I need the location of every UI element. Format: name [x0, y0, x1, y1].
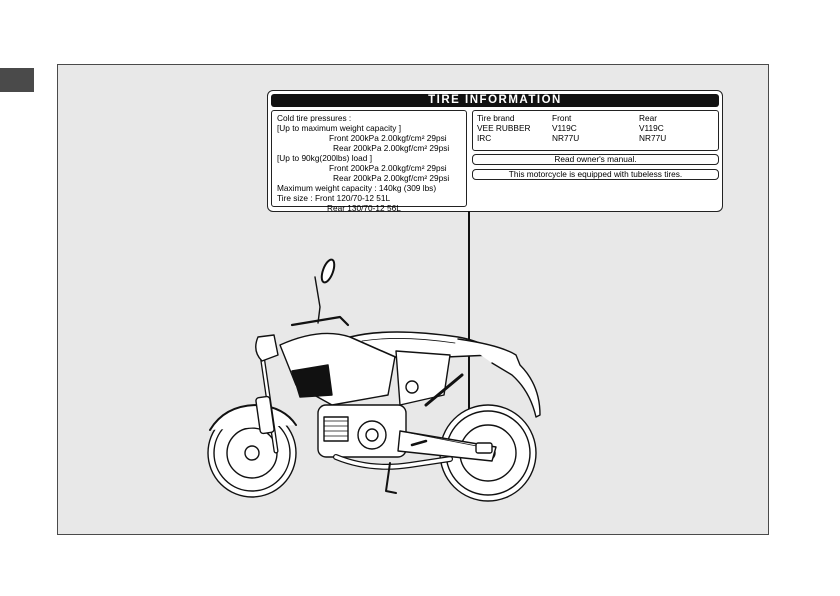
tubeless-note: This motorcycle is equipped with tubeles…	[472, 169, 719, 180]
light-load-condition: [Up to 90kg(200lbs) load ]	[277, 153, 373, 163]
read-manual-note: Read owner's manual.	[472, 154, 719, 165]
tire-information-label: TIRE INFORMATION Cold tire pressures : […	[267, 90, 723, 213]
maximum-weight-capacity: Maximum weight capacity : 140kg (309 lbs…	[277, 183, 437, 193]
tire-size-front: Tire size : Front 120/70-12 51L	[277, 193, 391, 203]
rear-header: Rear	[639, 113, 657, 123]
front-tire-model: V119C	[552, 123, 577, 133]
pressure-heading: Cold tire pressures :	[277, 113, 352, 123]
tire-brand-table: Tire brand Front Rear VEE RUBBER V119C V…	[472, 110, 719, 151]
front-tire-model: NR77U	[552, 133, 580, 143]
rear-tire-model: NR77U	[639, 133, 667, 143]
brand-name: IRC	[477, 133, 492, 143]
engine	[317, 404, 407, 458]
light-load-front: Front 200kPa 2.00kgf/cm² 29psi	[329, 163, 447, 173]
light-load-rear: Rear 200kPa 2.00kgf/cm² 29psi	[333, 173, 450, 183]
chapter-tab	[0, 68, 34, 92]
tire-size-rear: Rear 130/70-12 56L	[327, 203, 401, 213]
max-load-rear: Rear 200kPa 2.00kgf/cm² 29psi	[333, 143, 450, 153]
max-load-front: Front 200kPa 2.00kgf/cm² 29psi	[329, 133, 447, 143]
tire-pressure-box: Cold tire pressures : [Up to maximum wei…	[271, 110, 467, 213]
motorcycle-illustration	[207, 258, 541, 502]
front-header: Front	[552, 113, 572, 123]
brand-name: VEE RUBBER	[477, 123, 531, 133]
label-title: TIRE INFORMATION	[271, 94, 719, 107]
rear-tire-model: V119C	[639, 123, 664, 133]
brand-header: Tire brand	[477, 113, 515, 123]
max-load-condition: [Up to maximum weight capacity ]	[277, 123, 402, 133]
